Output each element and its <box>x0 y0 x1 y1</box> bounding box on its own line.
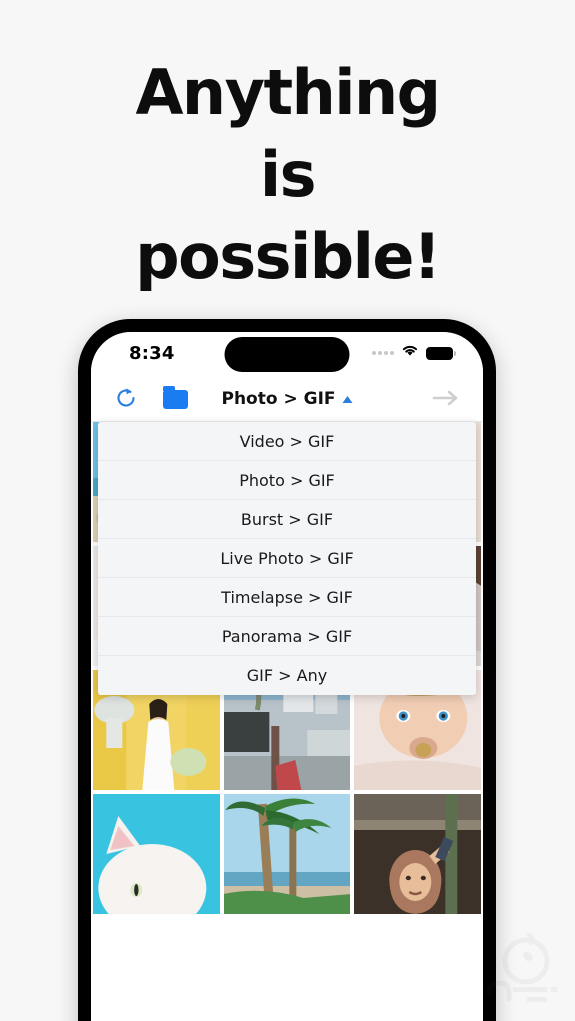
dropdown-item-burst-gif[interactable]: Burst > GIF <box>98 500 476 539</box>
dropdown-item-timelapse-gif[interactable]: Timelapse > GIF <box>98 578 476 617</box>
battery-full-icon <box>426 346 456 360</box>
app-screenshot: Anything is possible! 8:34 Photo > GIF V… <box>0 0 575 1021</box>
dropdown-item-live-photo-gif[interactable]: Live Photo > GIF <box>98 539 476 578</box>
arrow-right-icon[interactable] <box>431 389 461 412</box>
page-title: Anything is possible! <box>0 52 575 298</box>
headline-line-1: Anything <box>135 56 441 129</box>
refresh-icon[interactable] <box>113 385 139 416</box>
photo-woman-hijab[interactable] <box>354 794 481 914</box>
format-selector[interactable]: Photo > GIF <box>221 389 353 409</box>
status-bar: 8:34 <box>91 332 483 376</box>
headline-line-3: possible! <box>135 220 441 293</box>
wifi-icon <box>401 344 419 362</box>
photo-white-cat-teal[interactable] <box>93 794 220 914</box>
navigation-title: Photo > GIF <box>221 389 336 409</box>
dropdown-item-video-gif[interactable]: Video > GIF <box>98 422 476 461</box>
headline-line-2: is <box>259 138 317 211</box>
signal-dots-icon <box>372 351 394 355</box>
dropdown-item-photo-gif[interactable]: Photo > GIF <box>98 461 476 500</box>
status-bar-time: 8:34 <box>129 343 175 364</box>
navigation-bar: Photo > GIF <box>91 376 483 422</box>
dynamic-island <box>224 337 350 372</box>
dropdown-item-panorama-gif[interactable]: Panorama > GIF <box>98 617 476 656</box>
phone-mockup: 8:34 Photo > GIF Video > GIF Photo > GIF… <box>78 319 496 1021</box>
phone-screen: 8:34 Photo > GIF Video > GIF Photo > GIF… <box>91 332 483 1021</box>
format-dropdown-menu[interactable]: Video > GIF Photo > GIF Burst > GIF Live… <box>98 422 476 695</box>
photo-palm-trees[interactable] <box>223 794 351 914</box>
folder-icon[interactable] <box>163 386 188 409</box>
dropdown-item-gif-any[interactable]: GIF > Any <box>98 656 476 695</box>
status-bar-indicators <box>372 344 456 362</box>
triangle-up-icon <box>342 395 353 403</box>
